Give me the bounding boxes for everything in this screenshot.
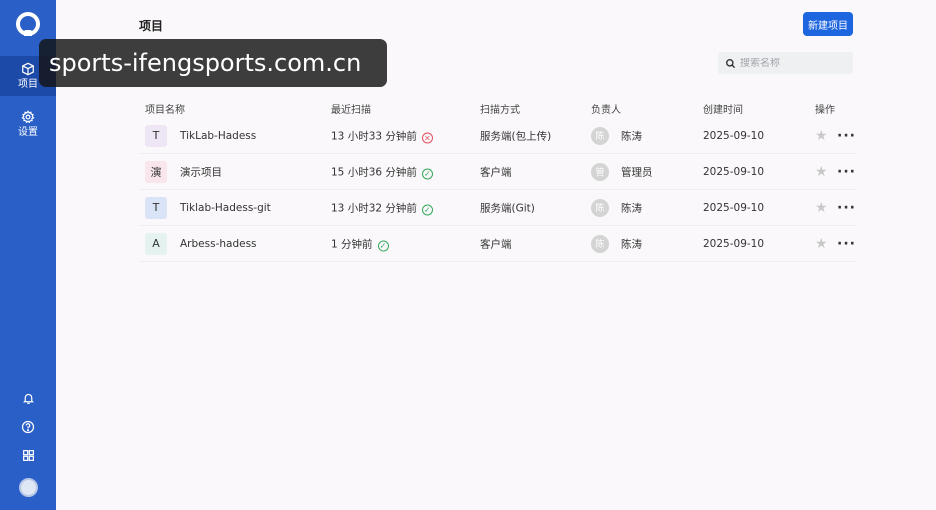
scan-mode-text: 客户端 (480, 166, 512, 178)
column-header-scan-mode: 扫描方式 (480, 105, 520, 116)
sidebar-item-label: 项目 (18, 79, 38, 90)
check-circle-icon: ✓ (421, 204, 433, 215)
apps-icon (22, 449, 34, 461)
table-row[interactable]: T Tiklab-Hadess-git 13 小时32 分钟前 ✓ 服务端(Git… (139, 190, 855, 226)
page-title: 项目 (139, 19, 164, 33)
table-row[interactable]: 演 演示项目 15 小时36 分钟前 ✓ 客户端 管 管理员 2025-09-10… (139, 154, 855, 190)
last-scan-cell: 13 小时32 分钟前 ✓ (331, 200, 433, 215)
watermark-banner: sports-ifengsports.com.cn (39, 39, 387, 87)
sidebar-item-label: 设置 (18, 127, 38, 138)
column-header-last-scan: 最近扫描 (331, 105, 371, 116)
projects-table: 项目名称 最近扫描 扫描方式 负责人 创建时间 操作 T TikLab-Hade… (139, 98, 855, 262)
scan-mode-text: 服务端(包上传) (480, 130, 552, 142)
owner-avatar: 陈 (591, 198, 609, 217)
notification-button[interactable] (18, 388, 38, 408)
table-row[interactable]: T TikLab-Hadess 13 小时33 分钟前 × 服务端(包上传) 陈 … (139, 118, 855, 154)
help-icon (21, 420, 35, 434)
project-icon: T (145, 124, 167, 147)
column-header-created: 创建时间 (703, 105, 743, 116)
favorite-star-icon[interactable]: ★ (815, 236, 828, 252)
more-actions-icon[interactable]: ··· (837, 164, 856, 180)
owner-name: 陈涛 (621, 238, 642, 250)
owner-avatar: 陈 (591, 126, 609, 145)
table-header: 项目名称 最近扫描 扫描方式 负责人 创建时间 操作 (139, 98, 855, 118)
cube-icon (22, 62, 34, 76)
column-header-actions: 操作 (815, 105, 835, 116)
new-project-button[interactable]: 新建项目 (803, 12, 853, 36)
search-icon (726, 58, 736, 68)
column-header-name: 项目名称 (145, 105, 185, 116)
search-box[interactable] (718, 52, 853, 74)
owner-name: 陈涛 (621, 130, 642, 142)
project-name-link[interactable]: Tiklab-Hadess-git (180, 202, 271, 214)
error-circle-icon: × (421, 132, 433, 143)
table-row[interactable]: A Arbess-hadess 1 分钟前 ✓ 客户端 陈 陈涛 2025-09-… (139, 226, 855, 262)
scan-mode-text: 服务端(Git) (480, 202, 535, 214)
project-name-link[interactable]: Arbess-hadess (180, 238, 257, 250)
help-button[interactable] (18, 417, 38, 437)
last-scan-cell: 15 小时36 分钟前 ✓ (331, 164, 433, 179)
created-date: 2025-09-10 (703, 129, 765, 142)
app-logo[interactable] (16, 12, 40, 36)
created-date: 2025-09-10 (703, 237, 765, 250)
project-icon: T (145, 196, 167, 219)
owner-name: 管理员 (621, 166, 653, 178)
project-name-link[interactable]: TikLab-Hadess (180, 130, 256, 142)
column-header-owner: 负责人 (591, 105, 621, 116)
last-scan-text: 15 小时36 分钟前 (331, 166, 417, 178)
more-actions-icon[interactable]: ··· (837, 236, 856, 252)
gear-icon (21, 110, 35, 124)
owner-avatar: 陈 (591, 234, 609, 253)
owner-name: 陈涛 (621, 202, 642, 214)
favorite-star-icon[interactable]: ★ (815, 128, 828, 144)
last-scan-text: 13 小时32 分钟前 (331, 202, 417, 214)
scan-mode-text: 客户端 (480, 238, 512, 250)
sidebar-item-settings[interactable]: 设置 (0, 104, 56, 144)
check-circle-icon: ✓ (421, 168, 433, 179)
last-scan-cell: 1 分钟前 ✓ (331, 236, 389, 251)
project-icon: A (145, 232, 167, 255)
more-actions-icon[interactable]: ··· (837, 128, 856, 144)
last-scan-text: 13 小时33 分钟前 (331, 130, 417, 142)
project-name-link[interactable]: 演示项目 (180, 164, 222, 179)
search-input[interactable] (740, 57, 840, 69)
check-circle-icon: ✓ (377, 240, 389, 251)
project-icon: 演 (145, 160, 167, 183)
owner-avatar: 管 (591, 162, 609, 181)
bell-icon (22, 393, 34, 404)
more-actions-icon[interactable]: ··· (837, 200, 856, 216)
apps-button[interactable] (18, 445, 38, 465)
last-scan-cell: 13 小时33 分钟前 × (331, 128, 433, 143)
last-scan-text: 1 分钟前 (331, 238, 373, 250)
favorite-star-icon[interactable]: ★ (815, 164, 828, 180)
favorite-star-icon[interactable]: ★ (815, 200, 828, 216)
created-date: 2025-09-10 (703, 201, 765, 214)
created-date: 2025-09-10 (703, 165, 765, 178)
user-avatar[interactable] (19, 478, 38, 497)
